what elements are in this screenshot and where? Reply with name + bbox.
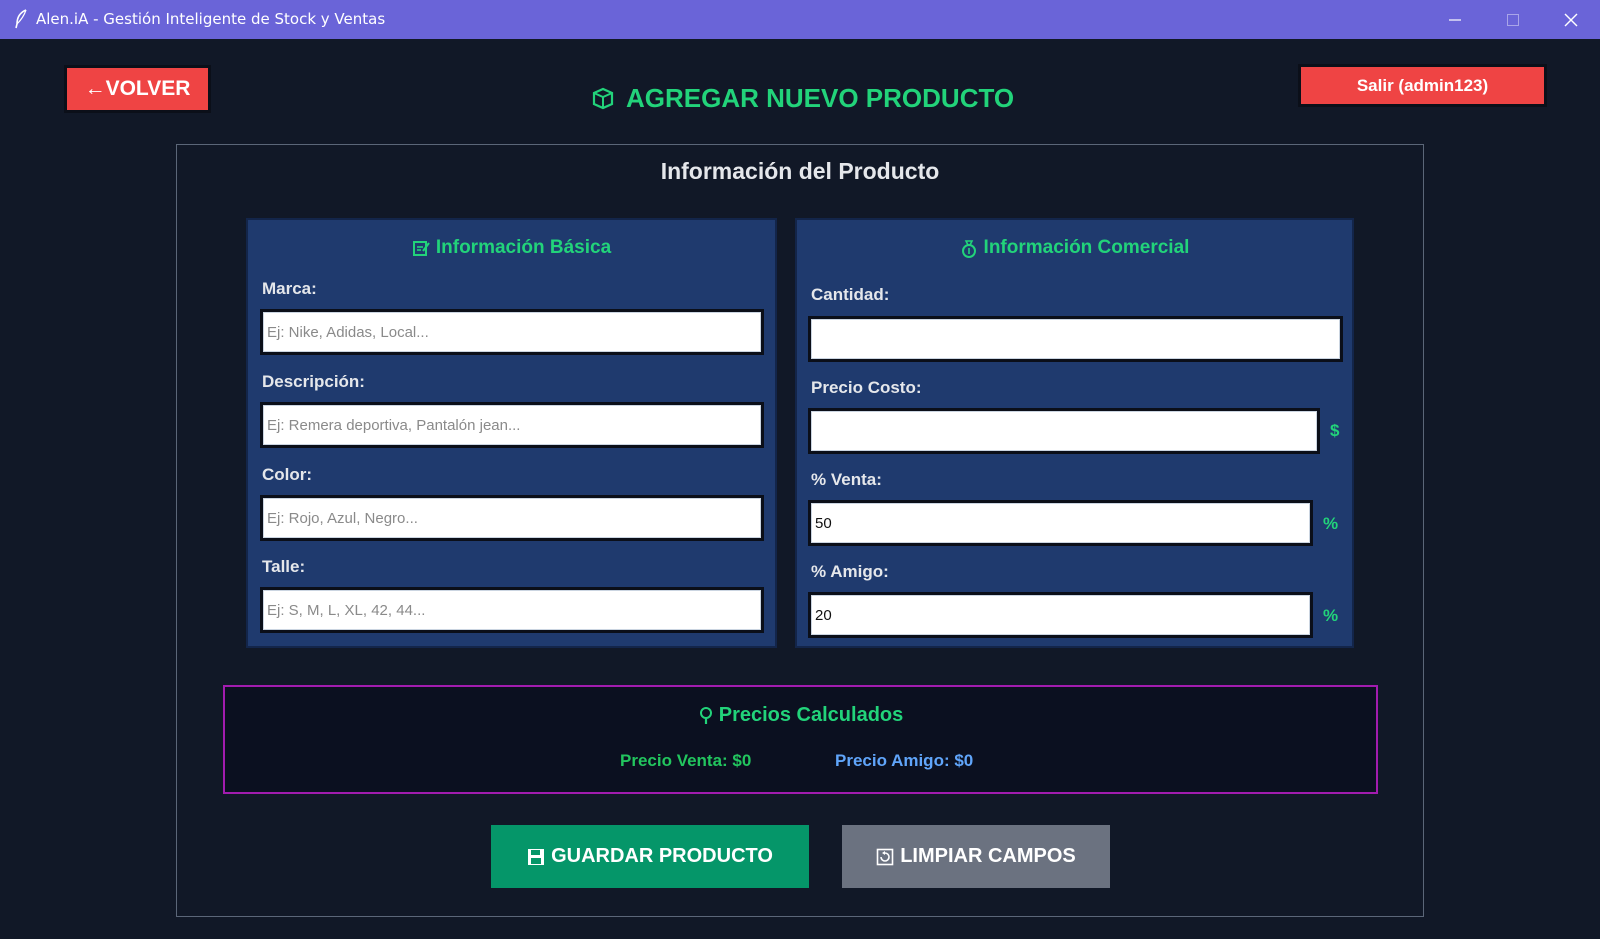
clear-fields-label: LIMPIAR CAMPOS (900, 845, 1076, 867)
size-input[interactable] (260, 587, 764, 633)
commercial-info-heading: Información Comercial (797, 237, 1352, 259)
page-title: AGREGAR NUEVO PRODUCTO (590, 80, 1014, 116)
minimize-button[interactable] (1426, 0, 1484, 39)
save-product-button[interactable]: GUARDAR PRODUCTO (491, 825, 809, 888)
floppy-disk-icon (528, 848, 545, 865)
friend-percent-input[interactable] (808, 592, 1313, 638)
color-label: Color: (262, 465, 313, 484)
brand-input[interactable] (260, 309, 764, 355)
money-bag-icon (961, 240, 976, 258)
commercial-info-heading-text: Información Comercial (983, 237, 1190, 258)
save-product-label: GUARDAR PRODUCTO (551, 845, 773, 867)
size-label: Talle: (262, 557, 306, 576)
panel-heading: Información del Producto (660, 158, 940, 184)
description-input[interactable] (260, 402, 764, 448)
sale-price-value: Precio Venta: $0 (620, 751, 752, 770)
basic-info-heading-text: Información Básica (435, 237, 612, 258)
calculated-prices-heading-text: Precios Calculados (718, 704, 904, 726)
calculated-prices-heading: Precios Calculados (225, 704, 1376, 727)
basic-info-heading: Información Básica (248, 237, 775, 259)
sale-percent-input[interactable] (808, 500, 1313, 546)
quantity-input[interactable] (808, 316, 1343, 362)
maximize-button[interactable] (1484, 0, 1542, 39)
clear-fields-button[interactable]: LIMPIAR CAMPOS (842, 825, 1110, 888)
friend-price-value: Precio Amigo: $0 (835, 751, 974, 770)
sale-percent-unit: % (1323, 514, 1339, 533)
minimize-icon (1449, 19, 1461, 21)
quantity-label: Cantidad: (811, 285, 890, 304)
window-title: Alen.iA - Gestión Inteligente de Stock y… (36, 10, 386, 28)
friend-percent-label: % Amigo: (811, 562, 889, 581)
brand-label: Marca: (262, 279, 317, 298)
currency-unit: $ (1330, 421, 1340, 440)
back-button[interactable]: ←VOLVER (64, 65, 211, 113)
cost-price-input[interactable] (808, 408, 1320, 454)
friend-percent-unit: % (1323, 606, 1339, 625)
maximize-icon (1507, 14, 1519, 26)
memo-icon (412, 241, 430, 256)
description-label: Descripción: (262, 372, 365, 391)
clear-icon (876, 848, 894, 865)
page-title-text: AGREGAR NUEVO PRODUCTO (626, 82, 1015, 113)
logout-button[interactable]: Salir (admin123) (1298, 64, 1547, 107)
calculated-prices-box: Precios Calculados Precio Venta: $0 Prec… (223, 685, 1378, 794)
feather-icon (15, 9, 27, 29)
color-input[interactable] (260, 495, 764, 541)
package-icon (592, 87, 614, 110)
close-icon (1564, 13, 1578, 27)
cost-price-label: Precio Costo: (811, 378, 922, 397)
title-bar: Alen.iA - Gestión Inteligente de Stock y… (0, 0, 1600, 39)
close-button[interactable] (1542, 0, 1600, 39)
sale-percent-label: % Venta: (811, 470, 882, 489)
lightbulb-icon (699, 706, 712, 724)
